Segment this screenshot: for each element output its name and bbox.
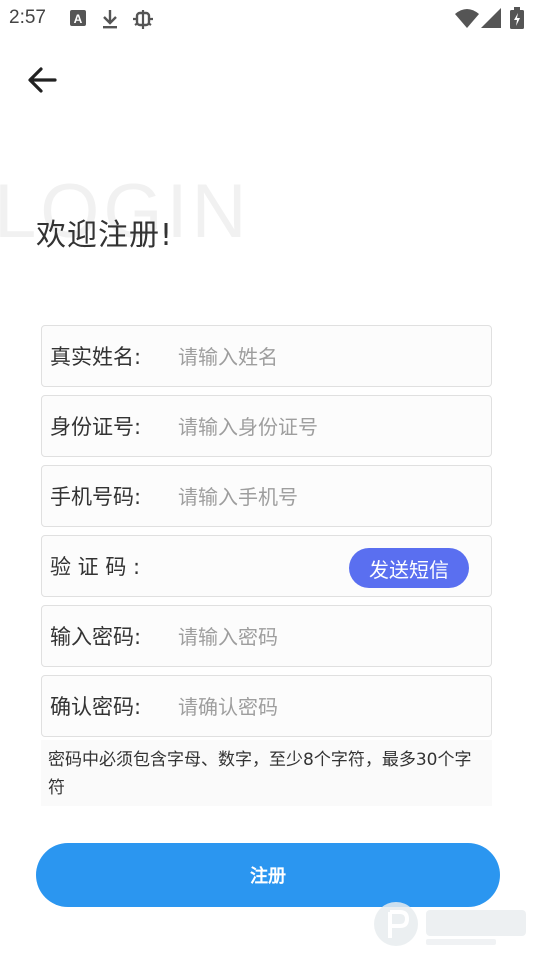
phone-field-row: 手机号码: [41, 465, 492, 528]
password-field-row: 输入密码: [41, 605, 492, 668]
confirm-password-label: 确认密码: [50, 695, 142, 719]
wifi-icon [455, 8, 479, 32]
phone-label: 手机号码: [50, 485, 142, 509]
confirm-password-input[interactable] [176, 676, 480, 738]
verification-code-input[interactable] [176, 536, 350, 598]
watermark-logo-icon [372, 892, 534, 951]
back-button[interactable] [24, 62, 60, 98]
verification-code-label: 验 证 码 : [50, 555, 141, 579]
a-box-icon: A [69, 9, 87, 31]
battery-icon [510, 7, 524, 33]
send-sms-button[interactable]: 发送短信 [349, 548, 469, 588]
page-title: 欢迎注册! [36, 218, 174, 253]
status-bar: 2:57 A [0, 0, 534, 38]
status-time: 2:57 [9, 7, 46, 28]
download-icon [101, 9, 119, 33]
name-field-row: 真实姓名: [41, 325, 492, 388]
signal-icon [481, 8, 501, 32]
password-hint: 密码中必须包含字母、数字，至少8个字符，最多30个字符 [41, 740, 492, 806]
phone-input[interactable] [176, 466, 480, 528]
confirm-password-field-row: 确认密码: [41, 675, 492, 738]
verification-code-field-row: 验 证 码 : 发送短信 [41, 535, 492, 598]
name-input[interactable] [176, 326, 480, 388]
id-number-field-row: 身份证号: [41, 395, 492, 458]
id-number-label: 身份证号: [50, 415, 142, 439]
bug-icon [131, 9, 155, 35]
name-label: 真实姓名: [50, 345, 142, 369]
password-label: 输入密码: [50, 625, 142, 649]
password-input[interactable] [176, 606, 480, 668]
arrow-left-icon [28, 67, 57, 93]
svg-text:A: A [74, 12, 83, 26]
id-number-input[interactable] [176, 396, 480, 458]
